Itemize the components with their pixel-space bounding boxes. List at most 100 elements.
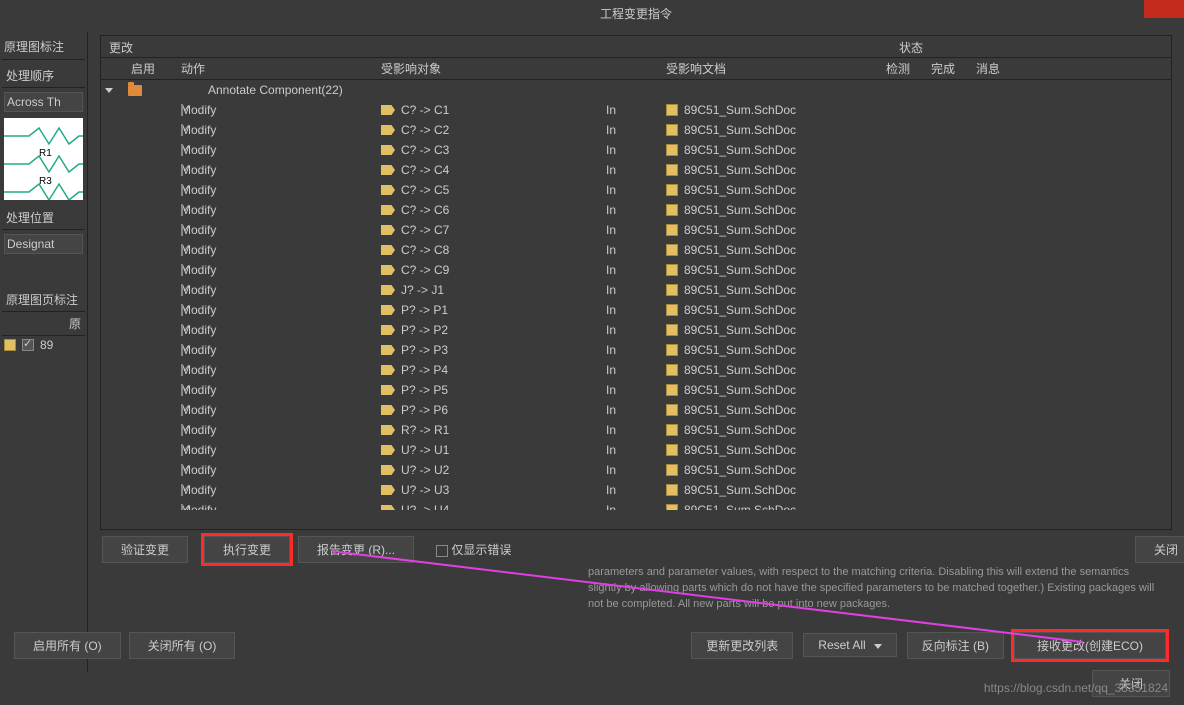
table-row[interactable]: ModifyC? -> C5In89C51_Sum.SchDoc xyxy=(101,180,1171,200)
row-checkbox[interactable] xyxy=(181,184,183,196)
execute-button[interactable]: 执行变更 xyxy=(204,536,290,563)
table-row[interactable]: ModifyP? -> P1In89C51_Sum.SchDoc xyxy=(101,300,1171,320)
row-checkbox[interactable] xyxy=(181,384,183,396)
row-checkbox[interactable] xyxy=(181,224,183,236)
row-file: 89C51_Sum.SchDoc xyxy=(662,161,882,179)
row-in: In xyxy=(602,201,662,219)
enable-all-button[interactable]: 启用所有 (O) xyxy=(14,632,121,659)
document-icon xyxy=(666,324,678,336)
tag-icon xyxy=(381,125,395,135)
row-checkbox[interactable] xyxy=(181,424,183,436)
table-row[interactable]: ModifyP? -> P4In89C51_Sum.SchDoc xyxy=(101,360,1171,380)
show-errors-checkbox[interactable] xyxy=(436,545,448,557)
section-sheet-col: 原 xyxy=(2,312,85,336)
back-annotate-button[interactable]: 反向标注 (B) xyxy=(907,632,1004,659)
row-in: In xyxy=(602,421,662,439)
row-checkbox[interactable] xyxy=(181,264,183,276)
row-checkbox[interactable] xyxy=(181,144,183,156)
row-in: In xyxy=(602,241,662,259)
col-msg[interactable]: 消息 xyxy=(972,58,1017,79)
table-row[interactable]: ModifyJ? -> J1In89C51_Sum.SchDoc xyxy=(101,280,1171,300)
table-row[interactable]: ModifyU? -> U1In89C51_Sum.SchDoc xyxy=(101,440,1171,460)
disable-all-button[interactable]: 关闭所有 (O) xyxy=(129,632,236,659)
table-row[interactable]: ModifyC? -> C3In89C51_Sum.SchDoc xyxy=(101,140,1171,160)
close-button-right[interactable]: 关闭 xyxy=(1135,536,1184,563)
document-icon xyxy=(666,464,678,476)
document-icon xyxy=(666,164,678,176)
tag-icon xyxy=(381,265,395,275)
table-row[interactable]: ModifyP? -> P5In89C51_Sum.SchDoc xyxy=(101,380,1171,400)
row-file: 89C51_Sum.SchDoc xyxy=(662,241,882,259)
side-panel: 原理图标注 处理顺序 Across Th R1 R3 处理位置 Designat… xyxy=(0,32,88,672)
document-icon xyxy=(666,444,678,456)
row-checkbox[interactable] xyxy=(181,444,183,456)
report-button[interactable]: 报告变更 (R)... xyxy=(298,536,414,563)
row-action: Modify xyxy=(177,361,377,379)
tag-icon xyxy=(381,325,395,335)
row-checkbox[interactable] xyxy=(181,124,183,136)
col-file[interactable]: 受影响文档 xyxy=(662,58,882,79)
row-checkbox[interactable] xyxy=(181,204,183,216)
col-done[interactable]: 完成 xyxy=(927,58,972,79)
row-checkbox[interactable] xyxy=(181,364,183,376)
row-checkbox[interactable] xyxy=(181,104,183,116)
row-object: C? -> C5 xyxy=(377,181,602,199)
row-checkbox[interactable] xyxy=(181,484,183,496)
row-object: P? -> P3 xyxy=(377,341,602,359)
table-row[interactable]: ModifyC? -> C4In89C51_Sum.SchDoc xyxy=(101,160,1171,180)
row-in: In xyxy=(602,121,662,139)
validate-button[interactable]: 验证变更 xyxy=(102,536,188,563)
row-checkbox[interactable] xyxy=(181,164,183,176)
table-row[interactable]: ModifyP? -> P6In89C51_Sum.SchDoc xyxy=(101,400,1171,420)
row-checkbox[interactable] xyxy=(181,284,183,296)
row-checkbox[interactable] xyxy=(181,324,183,336)
reset-all-button[interactable]: Reset All xyxy=(803,633,896,657)
col-affected[interactable]: 受影响对象 xyxy=(377,58,602,79)
table-row[interactable]: ModifyR? -> R1In89C51_Sum.SchDoc xyxy=(101,420,1171,440)
row-file: 89C51_Sum.SchDoc xyxy=(662,281,882,299)
row-checkbox[interactable] xyxy=(181,244,183,256)
row-file: 89C51_Sum.SchDoc xyxy=(662,301,882,319)
tree-row[interactable]: 89 xyxy=(2,336,85,354)
row-checkbox[interactable] xyxy=(181,464,183,476)
row-file: 89C51_Sum.SchDoc xyxy=(662,261,882,279)
table-row[interactable]: ModifyC? -> C7In89C51_Sum.SchDoc xyxy=(101,220,1171,240)
table-row[interactable]: ModifyP? -> P3In89C51_Sum.SchDoc xyxy=(101,340,1171,360)
row-action: Modify xyxy=(177,301,377,319)
accept-eco-button[interactable]: 接收更改(创建ECO) xyxy=(1014,632,1166,659)
row-checkbox[interactable] xyxy=(181,304,183,316)
close-button[interactable] xyxy=(1144,0,1184,18)
table-row[interactable]: ModifyC? -> C9In89C51_Sum.SchDoc xyxy=(101,260,1171,280)
expand-arrow-icon[interactable] xyxy=(105,88,113,93)
row-action: Modify xyxy=(177,161,377,179)
row-object: U? -> U3 xyxy=(377,481,602,499)
table-row[interactable]: ModifyC? -> C6In89C51_Sum.SchDoc xyxy=(101,200,1171,220)
col-check[interactable]: 检测 xyxy=(882,58,927,79)
col-enable[interactable]: 启用 xyxy=(101,58,177,79)
table-row[interactable]: ModifyC? -> C2In89C51_Sum.SchDoc xyxy=(101,120,1171,140)
row-object: R? -> R1 xyxy=(377,421,602,439)
col-action[interactable]: 动作 xyxy=(177,58,377,79)
row-checkbox[interactable] xyxy=(181,504,183,510)
dialog-title: 工程变更指令 xyxy=(88,5,1184,22)
across-dropdown[interactable]: Across Th xyxy=(4,92,83,112)
row-file: 89C51_Sum.SchDoc xyxy=(662,321,882,339)
row-file: 89C51_Sum.SchDoc xyxy=(662,341,882,359)
row-action: Modify xyxy=(177,381,377,399)
table-row[interactable]: ModifyU? -> U3In89C51_Sum.SchDoc xyxy=(101,480,1171,500)
table-row[interactable]: ModifyC? -> C8In89C51_Sum.SchDoc xyxy=(101,240,1171,260)
group-row[interactable]: Annotate Component(22) xyxy=(101,80,1171,100)
tree-checkbox[interactable] xyxy=(22,339,34,351)
update-list-button[interactable]: 更新更改列表 xyxy=(691,632,793,659)
table-row[interactable]: ModifyP? -> P2In89C51_Sum.SchDoc xyxy=(101,320,1171,340)
table-row[interactable]: ModifyU? -> U4In89C51_Sum.SchDoc xyxy=(101,500,1171,510)
section-order: 处理顺序 xyxy=(2,64,85,88)
table-row[interactable]: ModifyC? -> C1In89C51_Sum.SchDoc xyxy=(101,100,1171,120)
row-checkbox[interactable] xyxy=(181,344,183,356)
row-checkbox[interactable] xyxy=(181,404,183,416)
designator-dropdown[interactable]: Designat xyxy=(4,234,83,254)
tag-icon xyxy=(381,365,395,375)
row-file: 89C51_Sum.SchDoc xyxy=(662,461,882,479)
table-row[interactable]: ModifyU? -> U2In89C51_Sum.SchDoc xyxy=(101,460,1171,480)
description-text: parameters and parameter values, with re… xyxy=(588,564,1164,612)
